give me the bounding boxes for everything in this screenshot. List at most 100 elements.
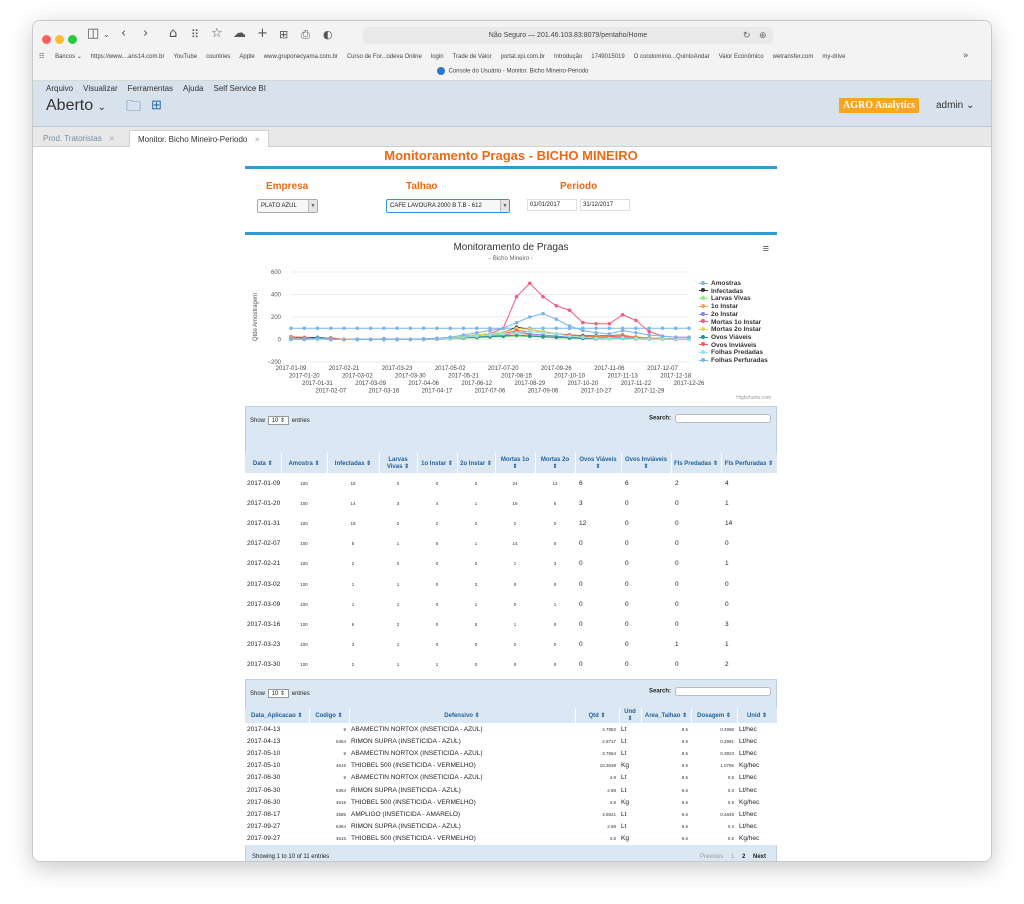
bookmark[interactable]: O condomínio...QuintoAndar bbox=[634, 54, 710, 60]
column-header-label: Data bbox=[252, 460, 266, 467]
date-to-input[interactable]: 31/12/2017 bbox=[580, 199, 630, 211]
menu-item-self-service-bi[interactable]: Self Service BI bbox=[214, 84, 266, 93]
column-header[interactable]: Ovos Viáveis ⇕ bbox=[575, 453, 622, 473]
bookmark[interactable]: Apple bbox=[239, 54, 254, 60]
area-cell: 9.6 bbox=[641, 735, 691, 748]
legend-item[interactable]: 2o Instar bbox=[699, 311, 768, 319]
reload-icon[interactable]: ↻ bbox=[743, 27, 751, 44]
browser-tab[interactable]: Console do Usuário - Monitor. Bicho Mine… bbox=[33, 67, 991, 75]
search-input[interactable] bbox=[675, 687, 772, 696]
close-icon[interactable]: ✕ bbox=[254, 137, 260, 144]
legend-item[interactable]: Mortas 2o Instar bbox=[699, 326, 768, 334]
column-header[interactable]: Codigo ⇕ bbox=[309, 708, 350, 723]
area-cell: 9.6 bbox=[641, 759, 691, 772]
plus-icon[interactable]: + bbox=[257, 26, 268, 41]
sidebar-icon[interactable]: ◫ bbox=[87, 26, 99, 41]
column-header[interactable]: Infectadas ⇕ bbox=[327, 453, 380, 473]
search-input[interactable] bbox=[675, 414, 772, 423]
bookmark[interactable]: login bbox=[431, 54, 444, 60]
perspective-selector[interactable]: Aberto ⌄ bbox=[46, 97, 106, 115]
column-header[interactable]: Mortas 1o ⇕ bbox=[495, 453, 536, 473]
column-header[interactable]: Unid ⇕ bbox=[737, 708, 778, 723]
bookmarks-icon[interactable]: ☷ bbox=[39, 54, 44, 60]
tab-monitor-bicho-mineiro[interactable]: Monitor. Bicho Mineiro-Periodo ✕ bbox=[129, 130, 270, 147]
tabs-overview-icon[interactable]: ⊞ bbox=[279, 28, 288, 41]
bookmark[interactable]: portal.xpi.com.br bbox=[501, 54, 545, 60]
bookmark[interactable]: Trade de Valor bbox=[453, 54, 492, 60]
forward-icon[interactable]: › bbox=[143, 26, 148, 41]
sort-icon: ⇕ bbox=[711, 460, 719, 467]
value-cell: 6 bbox=[327, 614, 379, 635]
home-icon[interactable]: ⌂ bbox=[169, 26, 177, 41]
bookmark[interactable]: https://www....ans14.com.br bbox=[91, 54, 165, 60]
x-tick-label: 2017-02-21 bbox=[329, 366, 360, 372]
legend-item[interactable]: Larvas Vivas bbox=[699, 295, 768, 303]
shield-icon[interactable]: ◐ bbox=[323, 28, 333, 41]
new-file-icon[interactable]: ⊞ bbox=[151, 97, 162, 113]
download-icon[interactable]: ⊕ bbox=[759, 27, 767, 44]
date-cell: 2017-03-09 bbox=[245, 594, 281, 615]
zoom-window-button[interactable] bbox=[68, 35, 77, 44]
column-header[interactable]: Larvas Vivas ⇕ bbox=[379, 453, 418, 473]
star-icon[interactable]: ☆ bbox=[211, 26, 223, 41]
bookmark[interactable]: countries bbox=[206, 54, 230, 60]
legend-item[interactable]: Ovos Inviáveis bbox=[699, 342, 768, 350]
legend-item[interactable]: Amostras bbox=[699, 280, 768, 288]
column-header[interactable]: Fls Perfuradas ⇕ bbox=[721, 453, 778, 473]
legend-item[interactable]: Ovos Viáveis bbox=[699, 334, 768, 342]
page-length-select[interactable]: 10 ⇕ bbox=[267, 416, 290, 425]
minimize-window-button[interactable] bbox=[55, 35, 64, 44]
back-icon[interactable]: ‹ bbox=[121, 26, 126, 41]
column-header[interactable]: 1o Instar ⇕ bbox=[417, 453, 458, 473]
legend-item[interactable]: Mortas 1o Instar bbox=[699, 319, 768, 327]
previous-page-button[interactable]: Previous bbox=[700, 854, 723, 860]
page-1-button[interactable]: 1 bbox=[731, 854, 734, 860]
column-header[interactable]: Data_Aplicacao ⇕ bbox=[245, 708, 310, 723]
address-bar[interactable]: Não Seguro — 201.46.103.83:8079/pentaho/… bbox=[363, 27, 773, 44]
column-header[interactable]: 2o Instar ⇕ bbox=[457, 453, 496, 473]
empresa-select[interactable]: PLATO AZUL ▼ bbox=[257, 199, 318, 213]
bookmark[interactable]: my-drive bbox=[822, 54, 845, 60]
tab-prod-tratoristas[interactable]: Prod. Tratoristas ✕ bbox=[35, 130, 123, 147]
column-header[interactable]: Defensivo ⇕ bbox=[349, 708, 576, 723]
page-2-button[interactable]: 2 bbox=[742, 854, 745, 860]
column-header[interactable]: Amostra ⇕ bbox=[281, 453, 328, 473]
close-window-button[interactable] bbox=[42, 35, 51, 44]
legend-item[interactable]: Folhas Perfuradas bbox=[699, 357, 768, 365]
bookmark[interactable]: YouTube bbox=[173, 54, 197, 60]
column-header[interactable]: Data ⇕ bbox=[245, 453, 282, 473]
open-folder-icon[interactable]: 🗀 bbox=[126, 96, 141, 121]
close-icon[interactable]: ✕ bbox=[109, 136, 115, 143]
bookmark[interactable]: Bancos ⌄ bbox=[55, 54, 82, 60]
chevron-down-icon[interactable]: ⌄ bbox=[103, 30, 110, 39]
column-header[interactable]: Dosagem ⇕ bbox=[691, 708, 738, 723]
page-length-select[interactable]: 10 ⇕ bbox=[267, 689, 290, 698]
column-header[interactable]: Qtd ⇕ bbox=[575, 708, 620, 723]
menu-item-ferramentas[interactable]: Ferramentas bbox=[128, 84, 173, 93]
print-icon[interactable]: ⎙ bbox=[301, 28, 310, 42]
bookmark[interactable]: www.gruponecyama.com.br bbox=[264, 54, 338, 60]
bookmark[interactable]: Curso de For...odeva Online bbox=[347, 54, 422, 60]
legend-item[interactable]: Infectadas bbox=[699, 288, 768, 296]
menu-item-visualizar[interactable]: Visualizar bbox=[83, 84, 118, 93]
column-header[interactable]: Mortas 2o ⇕ bbox=[535, 453, 576, 473]
bookmark[interactable]: wetransfer.com bbox=[773, 54, 814, 60]
value-cell: 1 bbox=[671, 634, 721, 655]
next-page-button[interactable]: Next bbox=[753, 854, 766, 860]
column-header[interactable]: Fls Predadas ⇕ bbox=[671, 453, 722, 473]
column-header[interactable]: Ovos Inviáveis ⇕ bbox=[621, 453, 672, 473]
bookmark[interactable]: Introdução bbox=[554, 54, 582, 60]
bookmark[interactable]: 1749015019 bbox=[591, 54, 624, 60]
column-header[interactable]: Und ⇕ bbox=[619, 708, 642, 723]
user-menu[interactable]: admin ⌄ bbox=[936, 100, 974, 111]
bookmark[interactable]: Valor Econômico bbox=[719, 54, 764, 60]
column-header[interactable]: Area_Talhao ⇕ bbox=[641, 708, 692, 723]
menu-item-arquivo[interactable]: Arquivo bbox=[46, 84, 73, 93]
talhao-select[interactable]: CAFE LAVOURA 2000 B T.B - 612 ▼ bbox=[386, 199, 510, 213]
grid-icon[interactable]: ⠿ bbox=[191, 28, 199, 41]
legend-item[interactable]: Folhas Predadas bbox=[699, 349, 768, 357]
cloud-icon[interactable]: ☁ bbox=[233, 26, 246, 41]
legend-item[interactable]: 1o Instar bbox=[699, 303, 768, 311]
menu-item-ajuda[interactable]: Ajuda bbox=[183, 84, 203, 93]
date-from-input[interactable]: 01/01/2017 bbox=[527, 199, 577, 211]
